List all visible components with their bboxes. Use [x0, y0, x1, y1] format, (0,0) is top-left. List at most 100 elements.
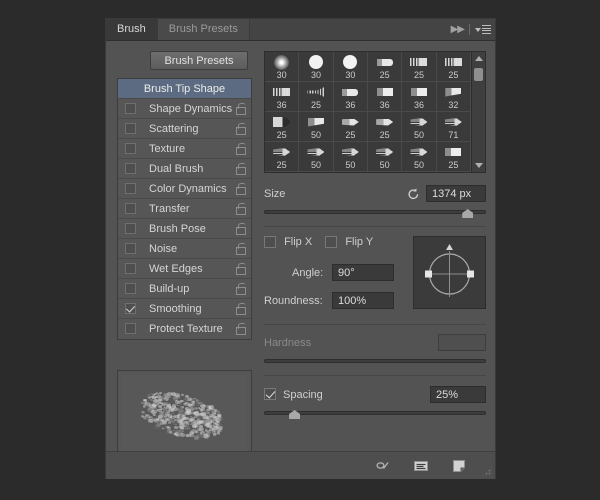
lock-icon[interactable]	[236, 123, 246, 135]
angle-value-field[interactable]: 90°	[332, 264, 394, 281]
lock-icon[interactable]	[236, 283, 246, 295]
brush-grid-scrollbar[interactable]	[471, 52, 485, 172]
brush-option-checkbox[interactable]	[125, 103, 136, 114]
toggle-brush-settings-icon[interactable]	[375, 458, 391, 474]
brush-tip-cell[interactable]: 30	[333, 52, 368, 82]
brush-tip-cell[interactable]: 30	[299, 52, 334, 82]
brush-preview-toggle-icon[interactable]	[413, 458, 429, 474]
resize-grip[interactable]	[482, 466, 492, 476]
panel-tab-bar: Brush Brush Presets ▶▶	[106, 19, 495, 41]
scroll-up-arrow-icon[interactable]	[475, 56, 483, 61]
brush-tip-cell[interactable]: 25	[436, 142, 471, 172]
lock-icon[interactable]	[236, 163, 246, 175]
brush-tip-cell[interactable]: 25	[333, 112, 368, 142]
brush-tip-thumbnail	[342, 84, 359, 100]
lock-icon[interactable]	[236, 303, 246, 315]
brush-option-row[interactable]: Brush Tip Shape	[118, 79, 251, 99]
brush-tip-cell[interactable]: 71	[436, 112, 471, 142]
brush-option-row[interactable]: Transfer	[118, 199, 251, 219]
create-new-brush-icon[interactable]	[451, 458, 467, 474]
brush-tip-cell[interactable]: 50	[333, 142, 368, 172]
brush-tip-cell[interactable]: 25	[367, 112, 403, 142]
brush-presets-button[interactable]: Brush Presets	[150, 51, 248, 70]
angle-roundness-dial[interactable]	[413, 236, 486, 309]
lock-icon[interactable]	[236, 143, 246, 155]
brush-option-row[interactable]: Brush Pose	[118, 219, 251, 239]
brush-tip-cell[interactable]: 25	[367, 52, 403, 82]
scrollbar-thumb[interactable]	[474, 68, 483, 81]
brush-option-row[interactable]: Wet Edges	[118, 259, 251, 279]
tab-brush-presets[interactable]: Brush Presets	[157, 19, 250, 40]
brush-option-row[interactable]: Noise	[118, 239, 251, 259]
brush-option-row[interactable]: Build-up	[118, 279, 251, 299]
lock-icon[interactable]	[236, 223, 246, 235]
brush-option-checkbox[interactable]	[125, 163, 136, 174]
brush-option-row[interactable]: Color Dynamics	[118, 179, 251, 199]
size-slider[interactable]	[264, 207, 486, 218]
brush-tip-cell[interactable]: 50	[367, 142, 403, 172]
brush-tip-cell[interactable]: 36	[265, 82, 300, 112]
brush-tip-cell[interactable]: 32	[436, 82, 471, 112]
brush-option-checkbox[interactable]	[125, 303, 136, 314]
lock-icon[interactable]	[236, 183, 246, 195]
lock-icon[interactable]	[236, 243, 246, 255]
brush-tip-grid: 30 30 30 25 25 25 36 25 36 36 36 32 25 50 25 25 50 71 25 50…	[264, 51, 486, 173]
brush-tip-cell[interactable]: 36	[333, 82, 368, 112]
brush-tip-cell[interactable]: 30	[265, 52, 300, 82]
brush-option-checkbox[interactable]	[125, 263, 136, 274]
brush-option-checkbox[interactable]	[125, 283, 136, 294]
hardness-value-field	[438, 334, 486, 351]
brush-tip-thumbnail	[308, 54, 323, 70]
brush-option-checkbox[interactable]	[125, 183, 136, 194]
panel-menu-icon[interactable]	[475, 25, 491, 34]
brush-tip-cell[interactable]: 36	[367, 82, 403, 112]
brush-tip-thumbnail	[307, 84, 325, 100]
brush-option-checkbox[interactable]	[125, 323, 136, 334]
brush-option-checkbox[interactable]	[125, 143, 136, 154]
brush-option-row[interactable]: Protect Texture	[118, 319, 251, 339]
brush-tip-cell[interactable]: 50	[299, 142, 334, 172]
lock-icon[interactable]	[236, 203, 246, 215]
brush-option-checkbox[interactable]	[125, 203, 136, 214]
roundness-value-field[interactable]: 100%	[332, 292, 394, 309]
lock-icon[interactable]	[236, 323, 246, 335]
brush-option-row[interactable]: Scattering	[118, 119, 251, 139]
flip-x-checkbox[interactable]	[264, 236, 276, 249]
size-value-field[interactable]: 1374 px	[426, 185, 486, 202]
brush-option-label: Color Dynamics	[149, 183, 227, 195]
brush-option-row[interactable]: Texture	[118, 139, 251, 159]
brush-tip-cell[interactable]: 25	[265, 142, 300, 172]
brush-tip-cell[interactable]: 25	[299, 82, 334, 112]
brush-option-checkbox[interactable]	[125, 243, 136, 254]
spacing-value-field[interactable]: 25%	[430, 386, 486, 403]
brush-tip-cell[interactable]: 50	[402, 142, 437, 172]
brush-stroke-preview	[117, 370, 252, 464]
brush-tip-cell[interactable]: 36	[402, 82, 437, 112]
brush-tip-cell[interactable]: 50	[402, 112, 437, 142]
brush-tip-thumbnail	[307, 144, 325, 160]
tab-brush[interactable]: Brush	[106, 19, 158, 40]
lock-icon[interactable]	[236, 103, 246, 115]
brush-option-checkbox[interactable]	[125, 223, 136, 234]
brush-option-checkbox[interactable]	[125, 123, 136, 134]
brush-tip-thumbnail	[410, 54, 428, 70]
flip-y-checkbox[interactable]	[325, 236, 338, 249]
spacing-slider[interactable]	[264, 408, 486, 419]
header-divider	[469, 24, 470, 35]
brush-option-row[interactable]: Smoothing	[118, 299, 251, 319]
brush-tip-thumbnail	[444, 54, 462, 70]
brush-tip-cell[interactable]: 25	[402, 52, 437, 82]
brush-tip-thumbnail	[273, 114, 291, 130]
brush-tip-cell[interactable]: 25	[436, 52, 471, 82]
lock-icon[interactable]	[236, 263, 246, 275]
spacing-checkbox[interactable]	[264, 388, 276, 400]
double-chevron-right-icon[interactable]: ▶▶	[451, 24, 465, 35]
reset-arrow-icon[interactable]	[407, 187, 420, 200]
divider-3	[264, 375, 486, 376]
brush-option-row[interactable]: Dual Brush	[118, 159, 251, 179]
brush-tip-cell[interactable]: 50	[299, 112, 334, 142]
scroll-down-arrow-icon[interactable]	[475, 163, 483, 168]
brush-tip-size-label: 50	[310, 160, 321, 170]
brush-option-row[interactable]: Shape Dynamics	[118, 99, 251, 119]
brush-tip-cell[interactable]: 25	[265, 112, 300, 142]
